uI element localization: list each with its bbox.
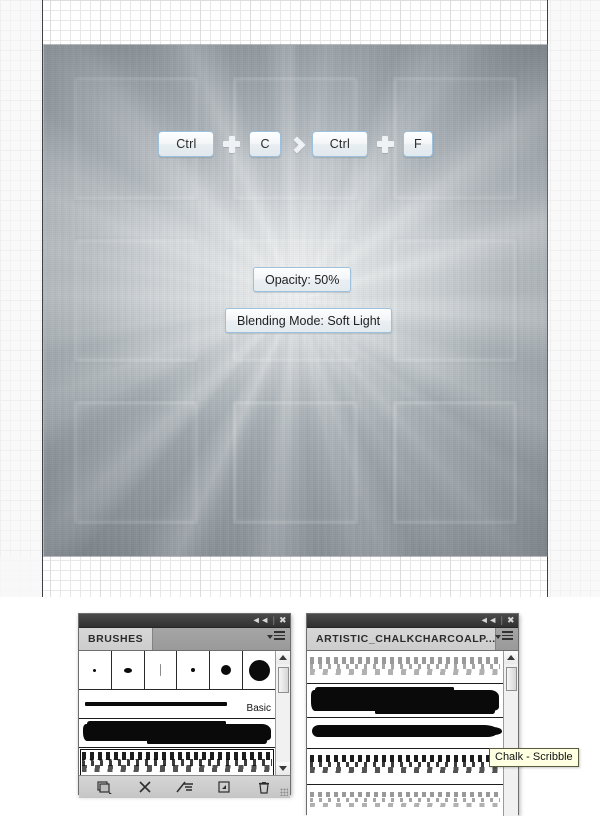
brush-tip-5[interactable]	[210, 651, 244, 689]
brushes-panel-titlebar: ◄◄ | ✖	[79, 614, 290, 628]
brush-tip-1[interactable]	[79, 651, 112, 689]
brush-tip-thumbnails-row	[79, 651, 275, 690]
scroll-up-arrow-icon[interactable]	[504, 651, 518, 664]
brush-basic[interactable]: Basic	[79, 690, 275, 719]
stroke-preview-chalk-2	[311, 687, 499, 714]
chalk-preset-3[interactable]	[307, 718, 503, 749]
delete-brush-icon[interactable]	[254, 779, 274, 795]
panel-menu-caret-icon	[267, 634, 273, 639]
workspace-grid-background: Ctrl C Ctrl F Opacity: 50% Blending Mode…	[0, 0, 600, 597]
panel-menu-icon[interactable]	[495, 631, 513, 640]
chalk-charcoal-panel[interactable]: ◄◄ | ✖ ARTISTIC_CHALKCHARCOALP...	[306, 613, 519, 816]
brushes-titlebar-controls: ◄◄ | ✖	[252, 614, 287, 627]
brush-charcoal-slab[interactable]	[79, 719, 275, 748]
chalk-preset-2[interactable]	[307, 684, 503, 718]
brush-settings-icon[interactable]	[174, 779, 194, 795]
workspace-left-margin	[0, 0, 42, 597]
chalk-titlebar-controls: ◄◄ | ✖	[480, 614, 515, 627]
panel-resize-grip[interactable]	[280, 788, 288, 796]
plus-icon	[223, 135, 241, 153]
panel-menu-icon[interactable]	[267, 631, 285, 640]
guide-line-left[interactable]	[42, 0, 43, 597]
panel-menu-lines-icon	[502, 631, 513, 640]
chalk-panel-body[interactable]	[307, 651, 518, 816]
brush-chalk-scribble[interactable]	[79, 748, 275, 775]
chalk-tabbar: ARTISTIC_CHALKCHARCOALP...	[307, 628, 518, 651]
stroke-preview-charcoal-slab	[83, 721, 271, 744]
tab-brushes[interactable]: BRUSHES	[79, 628, 154, 650]
brush-tip-2[interactable]	[112, 651, 145, 689]
guide-line-right[interactable]	[547, 0, 548, 597]
titlebar-separator: |	[500, 615, 503, 625]
close-icon[interactable]: ✖	[279, 616, 287, 625]
opacity-badge: Opacity: 50%	[253, 267, 352, 292]
chalk-vertical-scrollbar[interactable]	[503, 651, 518, 816]
brush-name-tooltip: Chalk - Scribble	[489, 748, 579, 767]
chevron-right-icon	[290, 136, 303, 153]
panel-menu-lines-icon	[274, 631, 285, 640]
scroll-up-arrow-icon[interactable]	[276, 651, 290, 664]
brushes-tabbar: BRUSHES	[79, 628, 290, 651]
chalk-preset-4[interactable]	[307, 749, 503, 785]
stroke-preview-chalk-1	[310, 653, 500, 681]
workspace-right-margin	[548, 0, 600, 597]
brush-tip-6[interactable]	[243, 651, 275, 689]
stroke-preview-chalk-4	[310, 751, 500, 782]
brushed-metal-artboard[interactable]: Ctrl C Ctrl F Opacity: 50% Blending Mode…	[44, 45, 547, 556]
collapse-to-icons-icon[interactable]: ◄◄	[252, 616, 269, 625]
stroke-preview-basic	[85, 702, 227, 706]
clear-brush-controls-icon[interactable]	[135, 779, 155, 795]
close-icon[interactable]: ✖	[507, 616, 515, 625]
shortcut-key-row: Ctrl C Ctrl F	[44, 131, 547, 157]
key-ctrl-2[interactable]: Ctrl	[311, 131, 368, 157]
chalk-preset-5[interactable]	[307, 785, 503, 816]
brush-tip-3[interactable]	[145, 651, 178, 689]
key-f[interactable]: F	[402, 131, 433, 157]
stroke-preview-chalk-3	[312, 725, 502, 737]
key-ctrl-1[interactable]: Ctrl	[158, 131, 215, 157]
stroke-preview-chalk-5	[310, 787, 500, 816]
tab-artistic-chalkcharcoal[interactable]: ARTISTIC_CHALKCHARCOALP...	[307, 628, 496, 650]
brush-basic-label: Basic	[246, 703, 271, 714]
brushes-panel-body[interactable]: Basic	[79, 651, 290, 776]
chalk-preset-list[interactable]	[307, 651, 503, 816]
scroll-down-arrow-icon[interactable]	[276, 762, 290, 775]
brush-preset-manager-icon[interactable]	[95, 779, 115, 795]
key-c[interactable]: C	[249, 131, 281, 157]
chalk-preset-1[interactable]	[307, 651, 503, 684]
plus-icon	[376, 135, 394, 153]
brush-tip-4[interactable]	[177, 651, 211, 689]
corner-vignette	[44, 45, 547, 556]
brushes-vertical-scrollbar[interactable]	[275, 651, 290, 775]
collapse-to-icons-icon[interactable]: ◄◄	[480, 616, 497, 625]
scroll-thumb[interactable]	[506, 667, 517, 691]
stroke-preview-chalk-scribble	[82, 750, 272, 774]
chalk-panel-titlebar: ◄◄ | ✖	[307, 614, 518, 628]
scroll-thumb[interactable]	[278, 667, 289, 693]
new-brush-preset-icon[interactable]	[214, 779, 234, 795]
blending-mode-badge: Blending Mode: Soft Light	[225, 308, 393, 333]
brushes-preset-list[interactable]: Basic	[79, 651, 275, 775]
workspace-bottom-margin	[0, 556, 42, 597]
brushes-panel[interactable]: ◄◄ | ✖ BRUSHES Basic	[78, 613, 291, 798]
brushes-panel-footer	[79, 776, 290, 798]
titlebar-separator: |	[272, 615, 275, 625]
panel-menu-caret-icon	[495, 634, 501, 639]
